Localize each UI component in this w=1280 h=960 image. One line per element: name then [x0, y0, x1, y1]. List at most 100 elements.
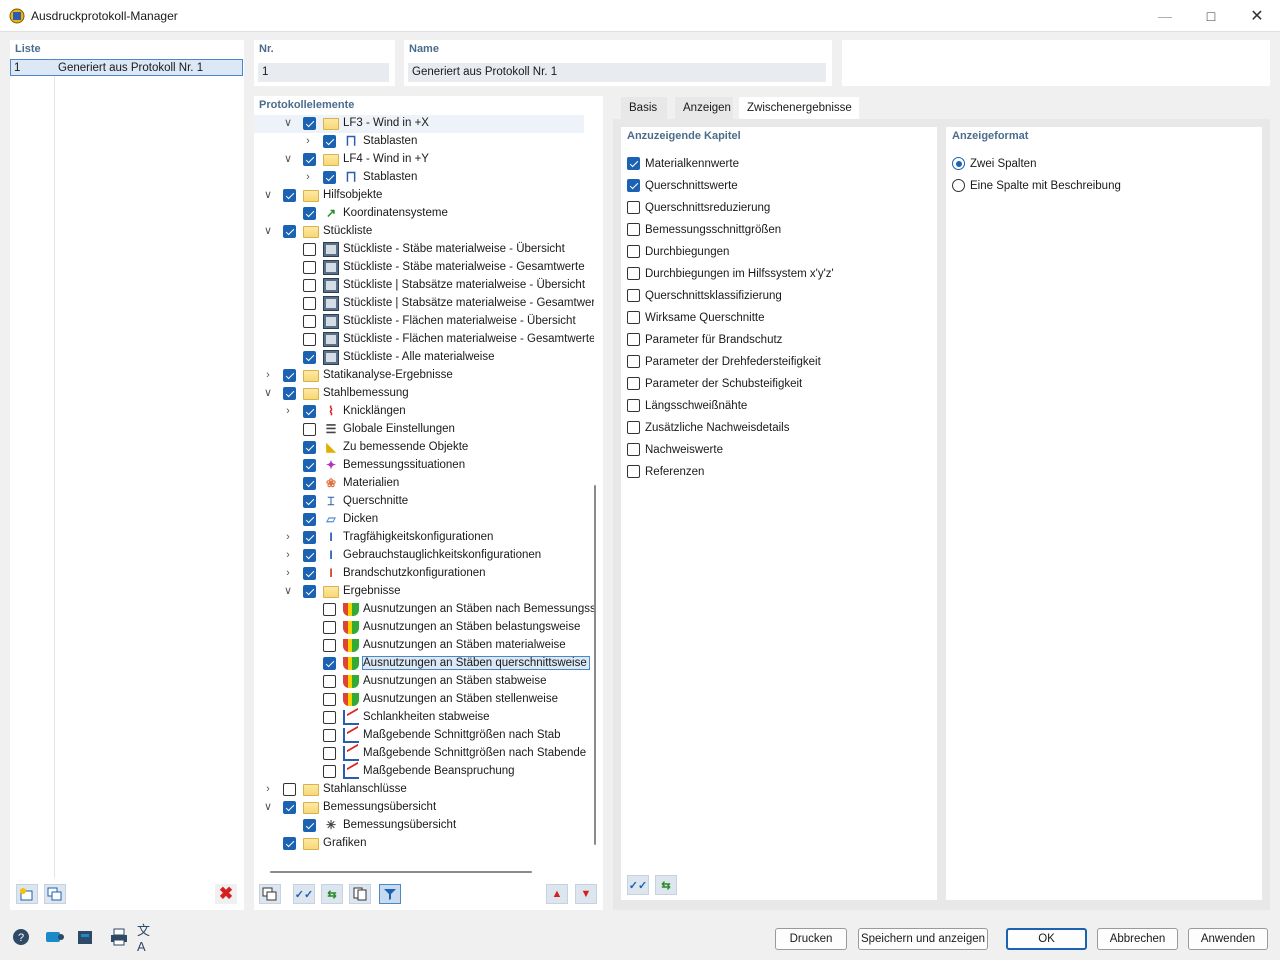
tree-item-checkbox[interactable]	[303, 567, 316, 580]
tree-item[interactable]: Stückliste - Flächen materialweise - Übe…	[254, 313, 576, 331]
description-field[interactable]	[842, 40, 1270, 86]
tree-item[interactable]: ✦ Bemessungssituationen	[254, 457, 574, 475]
tree-item-checkbox[interactable]	[303, 459, 316, 472]
tree-item[interactable]: › Stahlanschlüsse	[254, 781, 574, 799]
tree-item[interactable]: › Statikanalyse-Ergebnisse	[254, 367, 574, 385]
tree-item[interactable]: ∨ Bemessungsübersicht	[254, 799, 574, 817]
tree-item-checkbox[interactable]	[303, 405, 316, 418]
tree-item-checkbox[interactable]	[303, 117, 316, 130]
tree-item-checkbox[interactable]	[323, 171, 336, 184]
chevron-right-icon[interactable]: ›	[302, 171, 314, 183]
chapter-checkbox[interactable]	[627, 421, 640, 434]
tree-item[interactable]: Ausnutzungen an Stäben belastungsweise	[254, 619, 580, 637]
tree-item-checkbox[interactable]	[303, 819, 316, 832]
save-and-show-button[interactable]: Speichern und anzeigen	[858, 928, 988, 950]
tree-item[interactable]: ❀ Materialien	[254, 475, 574, 493]
tree-item-checkbox[interactable]	[303, 477, 316, 490]
tree-item-checkbox[interactable]	[303, 351, 316, 364]
tree-item-checkbox[interactable]	[303, 495, 316, 508]
chevron-right-icon[interactable]: ›	[262, 369, 274, 381]
tree-item-checkbox[interactable]	[283, 801, 296, 814]
chevron-right-icon[interactable]: ›	[262, 783, 274, 795]
tree-vertical-scrollbar[interactable]	[594, 485, 596, 845]
tree-item-checkbox[interactable]	[323, 675, 336, 688]
tree-item-checkbox[interactable]	[323, 729, 336, 742]
name-field[interactable]: Generiert aus Protokoll Nr. 1	[408, 63, 826, 82]
chevron-down-icon[interactable]: ∨	[262, 225, 274, 237]
tree-item-checkbox[interactable]	[283, 189, 296, 202]
chapter-checkbox[interactable]	[627, 289, 640, 302]
delete-protocol-button[interactable]: ✖	[215, 884, 237, 904]
tree-item-checkbox[interactable]	[283, 369, 296, 382]
tree-item-checkbox[interactable]	[303, 243, 316, 256]
chapter-checkbox[interactable]	[627, 399, 640, 412]
help-button[interactable]: ?	[10, 927, 32, 947]
units-button[interactable]	[44, 927, 66, 947]
tree-horizontal-scrollbar[interactable]	[270, 871, 532, 873]
chevron-down-icon[interactable]: ∨	[282, 585, 294, 597]
tree-item-checkbox[interactable]	[303, 423, 316, 436]
close-button[interactable]: ✕	[1234, 0, 1280, 32]
tree-item[interactable]: ▱ Dicken	[254, 511, 574, 529]
toggle-check-button[interactable]: ⇆	[321, 884, 343, 904]
chapter-checkbox[interactable]	[627, 157, 640, 170]
tree-item[interactable]: › ⨅ Stablasten	[254, 169, 574, 187]
tree-item-checkbox[interactable]	[303, 585, 316, 598]
tree-item-checkbox[interactable]	[303, 531, 316, 544]
tree-item[interactable]: Stückliste - Alle materialweise	[254, 349, 574, 367]
chapter-checkbox[interactable]	[627, 311, 640, 324]
chevron-down-icon[interactable]: ∨	[282, 117, 294, 129]
tree-item-checkbox[interactable]	[323, 747, 336, 760]
tree-item-checkbox[interactable]	[303, 333, 316, 346]
nr-field[interactable]: 1	[258, 63, 389, 82]
new-protocol-button[interactable]	[16, 884, 38, 904]
tree-item[interactable]: Ausnutzungen an Stäben materialweise	[254, 637, 574, 655]
tree-item[interactable]: › I Tragfähigkeitskonfigurationen	[254, 529, 574, 547]
select-all-chapters-button[interactable]: ✓✓	[627, 875, 649, 895]
tree-item-checkbox[interactable]	[283, 225, 296, 238]
maximize-button[interactable]: □	[1188, 0, 1234, 32]
chevron-down-icon[interactable]: ∨	[262, 189, 274, 201]
tree-item-checkbox[interactable]	[303, 279, 316, 292]
cancel-button[interactable]: Abbrechen	[1097, 928, 1178, 950]
tree-item[interactable]: ↗ Koordinatensysteme	[254, 205, 574, 223]
tree-item-checkbox[interactable]	[303, 153, 316, 166]
chapter-checkbox[interactable]	[627, 377, 640, 390]
tab-zwischenergebnisse[interactable]: Zwischenergebnisse	[739, 97, 859, 121]
tree-item-checkbox[interactable]	[283, 387, 296, 400]
tree-item[interactable]: ⌶ Querschnitte	[254, 493, 574, 511]
tree-item[interactable]: ∨ Stückliste	[254, 223, 574, 241]
tree-item-checkbox[interactable]	[303, 261, 316, 274]
chevron-right-icon[interactable]: ›	[282, 405, 294, 417]
chevron-right-icon[interactable]: ›	[282, 549, 294, 561]
chevron-right-icon[interactable]: ›	[302, 135, 314, 147]
tree-item[interactable]: Stückliste - Stäbe materialweise - Übers…	[254, 241, 574, 259]
tree-item[interactable]: Ausnutzungen an Stäben nach Bemessungssi	[254, 601, 594, 619]
tree-item-checkbox[interactable]	[283, 783, 296, 796]
tree-item-checkbox[interactable]	[303, 207, 316, 220]
tree-item-checkbox[interactable]	[323, 765, 336, 778]
tree-item-checkbox[interactable]	[323, 135, 336, 148]
tree-item-checkbox[interactable]	[303, 441, 316, 454]
chevron-right-icon[interactable]: ›	[282, 567, 294, 579]
tree-item-checkbox[interactable]	[323, 657, 336, 670]
tree-item[interactable]: ◣ Zu bemessende Objekte	[254, 439, 574, 457]
chevron-down-icon[interactable]: ∨	[262, 801, 274, 813]
copy-selection-button[interactable]	[349, 884, 371, 904]
tree-item[interactable]: Schlankheiten stabweise	[254, 709, 574, 727]
chapter-checkbox[interactable]	[627, 201, 640, 214]
chapter-checkbox[interactable]	[627, 223, 640, 236]
invert-chapters-button[interactable]: ⇆	[655, 875, 677, 895]
tree-item-checkbox[interactable]	[323, 711, 336, 724]
tree-item[interactable]: Stückliste - Flächen materialweise - Ges…	[254, 331, 594, 349]
tab-basis[interactable]: Basis	[621, 97, 667, 121]
tree-item[interactable]: ✳ Bemessungsübersicht	[254, 817, 574, 835]
tree-item[interactable]: ∨ Stahlbemessung	[254, 385, 574, 403]
tree-item[interactable]: ∨ Hilfsobjekte	[254, 187, 574, 205]
tree-item[interactable]: Stückliste - Stäbe materialweise - Gesam…	[254, 259, 585, 277]
chapter-checkbox[interactable]	[627, 333, 640, 346]
tree-item-checkbox[interactable]	[283, 837, 296, 850]
tab-anzeigen[interactable]: Anzeigen	[675, 97, 733, 121]
chevron-right-icon[interactable]: ›	[282, 531, 294, 543]
apply-button[interactable]: Anwenden	[1188, 928, 1268, 950]
